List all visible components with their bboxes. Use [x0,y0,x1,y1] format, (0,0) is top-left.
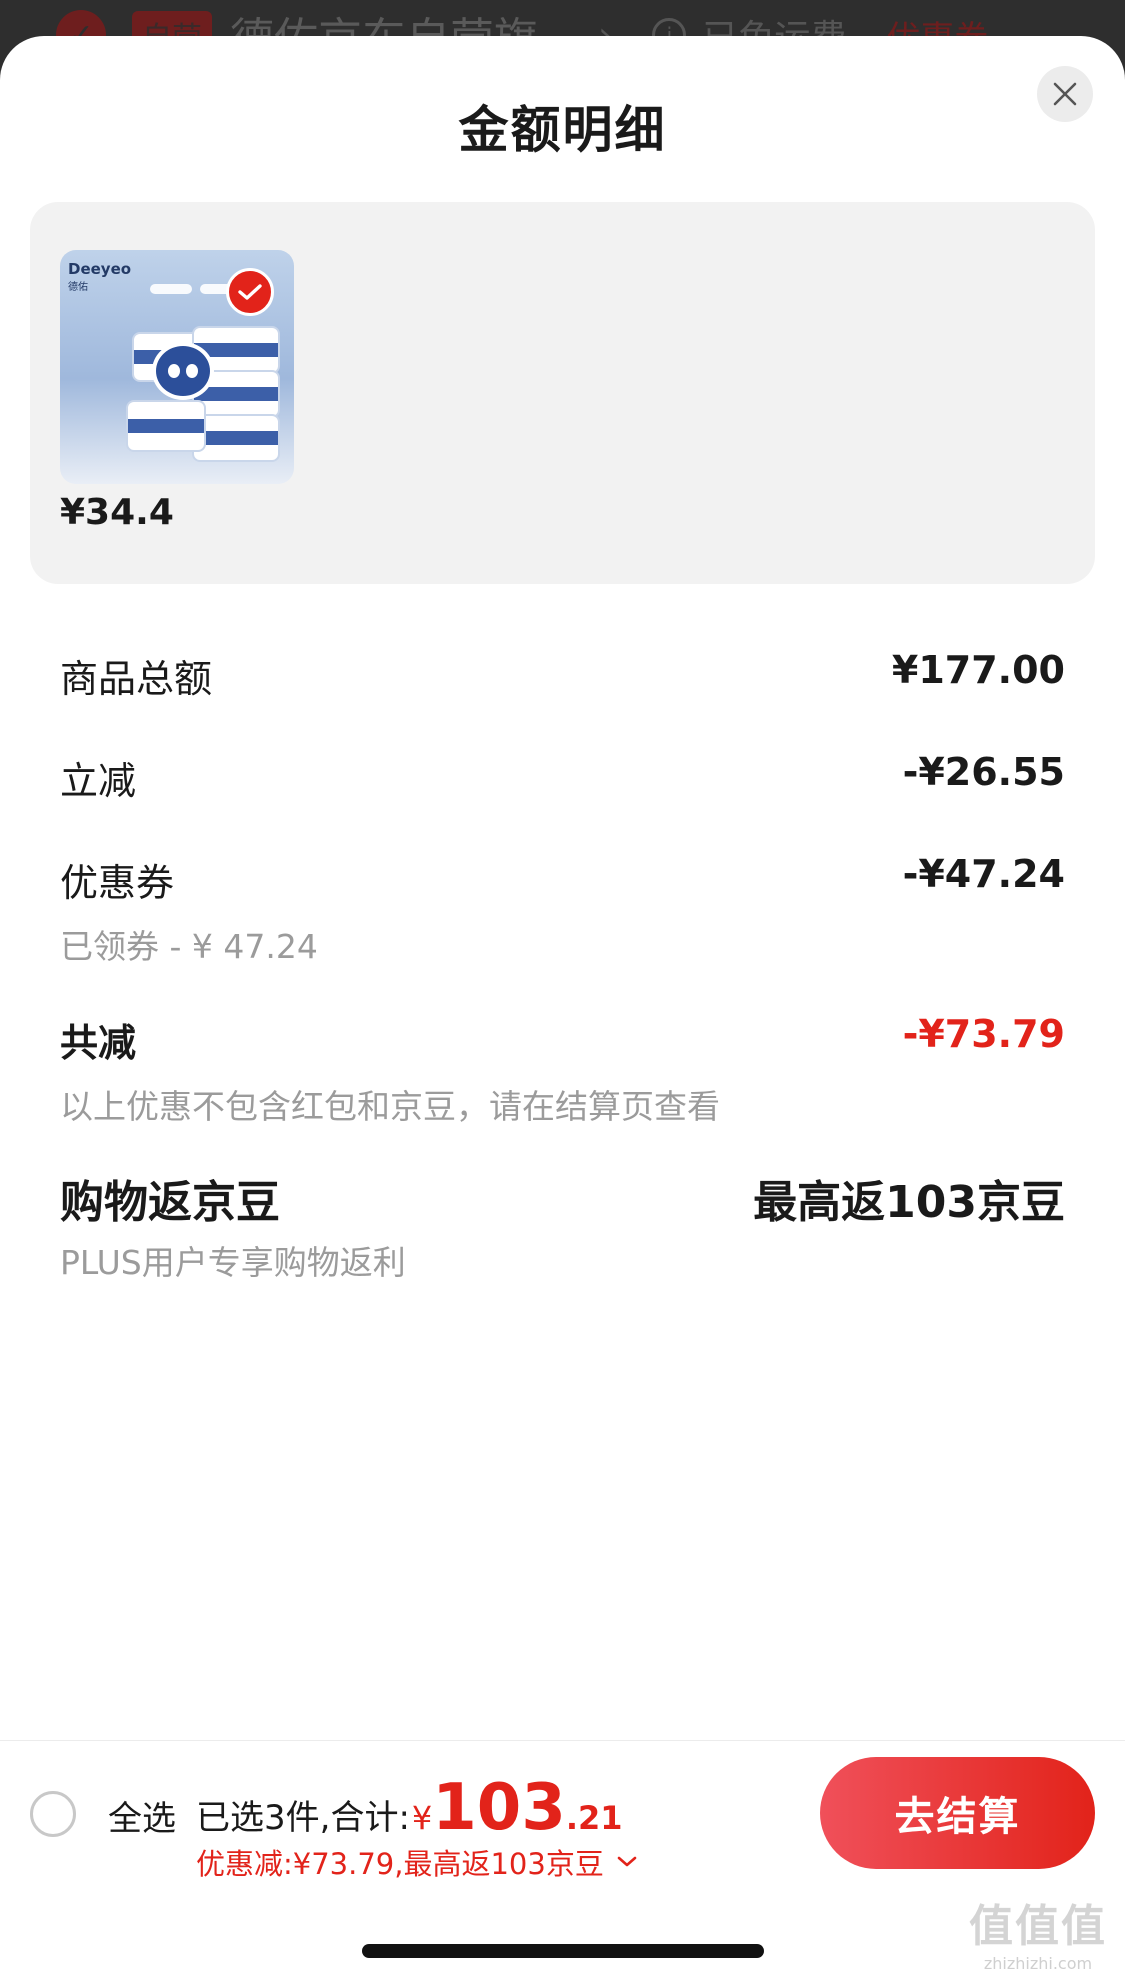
total-discount-value: -¥73.79 [902,1012,1065,1056]
total-integer: 103 [432,1771,566,1845]
checkout-bar: 全选 已选3件,合计: ¥ 103 .21 优惠减:¥73.79,最高返103京… [0,1740,1125,1883]
beans-rebate-row: 购物返京豆 最高返103京豆 PLUS用户专享购物返利 [60,1166,1065,1296]
product-price: ¥34.4 [60,492,174,533]
watermark-url: zhizhizhi.com [983,1954,1093,1973]
total-discount-label: 共减 [60,1021,137,1065]
goods-total-value: ¥177.00 [891,648,1065,692]
discount-summary-toggle[interactable]: 优惠减:¥73.79,最高返103京豆 [196,1841,638,1883]
instant-discount-row: 立减 -¥26.55 [60,750,1065,810]
instant-discount-value: -¥26.55 [902,750,1065,794]
thumb-pill [150,284,192,294]
site-watermark: 值值值 zhizhizhi.com [969,1890,1107,1973]
coupon-value: -¥47.24 [902,852,1065,896]
total-discount-note: 以上优惠不包含红包和京豆，请在结算页查看 [60,1087,720,1126]
total-discount-row: 共减 -¥73.79 以上优惠不包含红包和京豆，请在结算页查看 [60,1012,1065,1142]
select-all-label[interactable]: 全选 [108,1791,176,1840]
goods-total-label: 商品总额 [60,657,213,701]
amount-detail-sheet: 金额明细 Deeyeo 德佑 ¥34.4 商品总额 ¥177.00 立减 -¥2… [0,36,1125,1985]
thumb-brand: Deeyeo [68,260,132,278]
beans-rebate-label: 购物返京豆 [60,1177,280,1228]
beans-rebate-note: PLUS用户专享购物返利 [60,1243,406,1282]
goods-total-row: 商品总额 ¥177.00 [60,648,1065,708]
sheet-title: 金额明细 [458,101,667,159]
home-indicator [362,1944,764,1958]
coupon-row: 优惠券 -¥47.24 已领券 - ¥ 47.24 [60,852,1065,982]
beans-rebate-value: 最高返103京豆 [753,1177,1065,1228]
coupon-label: 优惠券 [60,861,175,905]
watermark-logo: 值值值 [969,1901,1107,1952]
selected-check-icon [226,268,274,316]
selected-count-text: 已选3件,合计: [196,1798,410,1838]
coupon-claimed-note: 已领券 - ¥ 47.24 [60,927,318,966]
checkout-button[interactable]: 去结算 [820,1757,1095,1869]
total-decimal: .21 [565,1799,623,1837]
close-icon [1053,82,1077,106]
product-thumbnail[interactable]: Deeyeo 德佑 [60,250,294,484]
selected-total: 已选3件,合计: ¥ 103 .21 [196,1771,623,1845]
select-all-checkbox[interactable] [30,1791,76,1837]
penguin-mascot-icon [152,342,214,400]
total-currency: ¥ [411,1799,433,1837]
close-button[interactable] [1037,66,1093,122]
thumb-brand-sub: 德佑 [68,282,88,293]
discount-summary-text: 优惠减:¥73.79,最高返103京豆 [196,1847,604,1881]
chevron-down-icon [616,1855,638,1869]
instant-discount-label: 立减 [60,759,137,803]
product-card: Deeyeo 德佑 ¥34.4 [30,202,1095,584]
wipes-pack [126,400,206,452]
